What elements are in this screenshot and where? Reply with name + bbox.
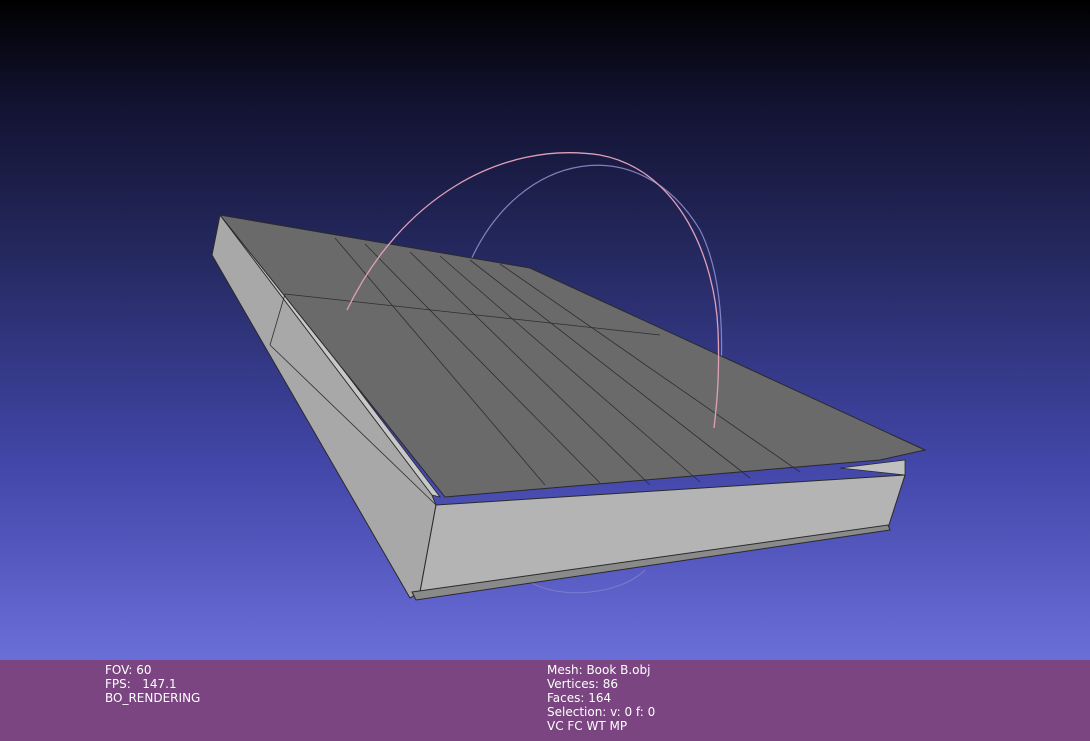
3d-viewport[interactable] bbox=[0, 0, 1090, 660]
book-mesh[interactable] bbox=[211, 213, 927, 601]
faces-readout: Faces: 164 bbox=[547, 691, 612, 705]
info-bar: FOV: 60 FPS: 147.1 BO_RENDERING Mesh: Bo… bbox=[0, 660, 1090, 741]
info-right-panel: Mesh: Book B.obj Vertices: 86 Faces: 164… bbox=[547, 663, 655, 733]
scene-canvas[interactable] bbox=[0, 0, 1090, 660]
info-left-panel: FOV: 60 FPS: 147.1 BO_RENDERING bbox=[105, 663, 200, 705]
flags-readout: VC FC WT MP bbox=[547, 719, 628, 733]
fov-readout: FOV: 60 bbox=[105, 663, 152, 677]
render-mode-readout: BO_RENDERING bbox=[105, 691, 201, 705]
vertices-readout: Vertices: 86 bbox=[547, 677, 618, 691]
fps-readout: FPS: 147.1 bbox=[105, 677, 177, 691]
mesh-name-readout: Mesh: Book B.obj bbox=[547, 663, 651, 677]
selection-readout: Selection: v: 0 f: 0 bbox=[547, 705, 656, 719]
